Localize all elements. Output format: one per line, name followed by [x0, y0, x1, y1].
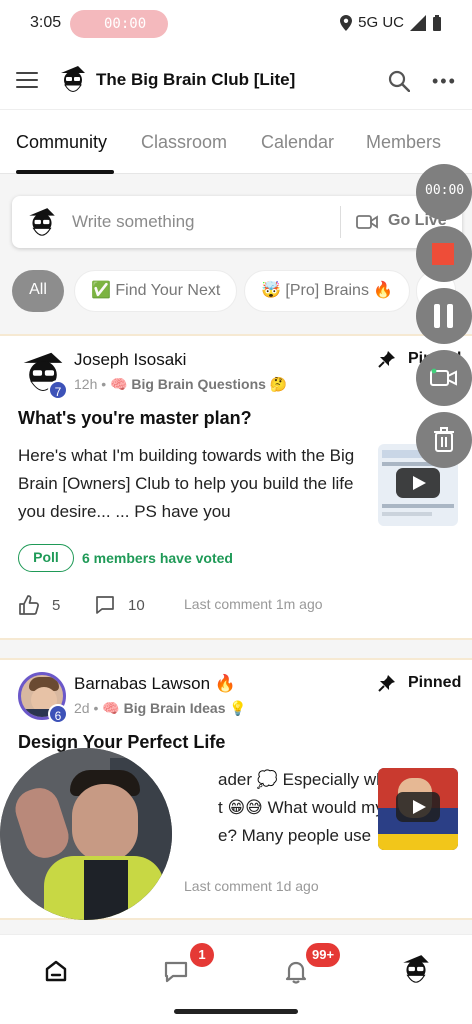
last-comment: Last comment 1m ago [184, 596, 323, 612]
video-camera-icon[interactable] [356, 214, 378, 230]
comment-button[interactable]: 10 [94, 594, 145, 616]
recorder-timer-text: 00:00 [425, 183, 465, 198]
author-name[interactable]: Joseph Isosaki [74, 350, 186, 370]
recorder-timer[interactable]: 00:00 [416, 164, 472, 220]
pinned-label: Pinned [408, 674, 462, 691]
location-icon [340, 14, 353, 31]
recorder-pause-button[interactable] [416, 288, 472, 344]
post-category[interactable]: 🧠 Big Brain Questions 🤔 [110, 376, 287, 392]
screen-recording-pill[interactable]: 00:00 [70, 10, 168, 38]
recorder-camera-button[interactable] [416, 350, 472, 406]
network-label: 5G UC [358, 14, 404, 31]
notifications-badge: 99+ [306, 943, 341, 967]
filter-pro-brains[interactable]: 🤯 [Pro] Brains 🔥 [244, 270, 411, 312]
play-icon[interactable] [396, 468, 440, 498]
post-body[interactable]: ader 💭 Especially when t 😁😅 What would m… [188, 766, 405, 850]
gesture-home-bar[interactable] [174, 1009, 298, 1014]
thumbs-up-icon [19, 595, 39, 615]
battery-icon [433, 14, 441, 31]
more-icon[interactable]: ••• [432, 72, 457, 90]
filter-all[interactable]: All [12, 270, 64, 312]
recording-timer: 00:00 [104, 16, 147, 32]
profile-avatar-icon[interactable] [400, 953, 432, 987]
chat-icon[interactable] [162, 957, 190, 985]
play-icon[interactable] [396, 792, 440, 822]
author-level-badge: 7 [48, 380, 68, 400]
poll-badge[interactable]: Poll [18, 544, 74, 572]
comment-count: 10 [128, 596, 145, 614]
signal-icon [410, 14, 426, 31]
app-bar: The Big Brain Club [Lite] ••• [0, 52, 472, 110]
post-time: 12h [74, 376, 98, 392]
tab-members[interactable]: Members [366, 132, 441, 153]
filter-find-your-next[interactable]: ✅ Find Your Next [74, 270, 238, 312]
composer-divider [340, 206, 341, 238]
poll-votes[interactable]: 6 members have voted [82, 550, 233, 566]
tab-classroom[interactable]: Classroom [141, 132, 227, 153]
pause-icon [434, 304, 440, 328]
like-count: 5 [52, 596, 61, 614]
chat-badge: 1 [190, 943, 214, 967]
pause-icon-bar [447, 304, 453, 328]
post-title[interactable]: What's you're master plan? [18, 408, 252, 429]
bell-icon[interactable] [282, 957, 310, 985]
post-composer[interactable]: Write something Go Live [12, 196, 462, 248]
status-icons: 5G UC [340, 14, 442, 31]
big-brain-logo [61, 66, 85, 92]
status-time: 3:05 [30, 14, 62, 31]
tab-calendar[interactable]: Calendar [261, 132, 334, 153]
author-level-badge: 6 [48, 704, 68, 724]
status-bar: 3:05 00:00 5G UC [0, 0, 472, 48]
post-body[interactable]: Here's what I'm building towards with th… [18, 442, 358, 526]
recorder-stop-button[interactable] [416, 226, 472, 282]
tab-community[interactable]: Community [16, 132, 107, 153]
like-button[interactable]: 5 [18, 594, 60, 616]
app-title: The Big Brain Club [Lite] [96, 70, 296, 89]
tab-bar: Community Classroom Calendar Members [0, 112, 472, 174]
post-body-line: t 😁😅 What would my [218, 798, 384, 817]
author-name[interactable]: Barnabas Lawson 🔥 [74, 674, 236, 694]
post-card[interactable]: 7 Joseph Isosaki 12h • 🧠 Big Brain Quest… [0, 334, 472, 640]
comment-icon [96, 596, 114, 614]
last-comment: Last comment 1d ago [184, 878, 319, 894]
pin-icon [378, 675, 395, 692]
pin-icon [378, 351, 395, 368]
post-category[interactable]: 🧠 Big Brain Ideas 💡 [102, 700, 247, 716]
bottom-navigation: 1 99+ [0, 934, 472, 1024]
home-icon[interactable] [42, 957, 70, 985]
camera-icon [430, 368, 457, 386]
user-avatar [29, 208, 55, 236]
recorder-delete-button[interactable] [416, 412, 472, 468]
write-something-input[interactable]: Write something [72, 212, 195, 232]
post-body-line: ader 💭 Especially when [218, 770, 405, 789]
webcam-bubble[interactable] [0, 748, 172, 920]
menu-icon[interactable] [16, 72, 38, 88]
search-icon[interactable] [388, 70, 410, 92]
post-body-line: e? Many people use [218, 826, 372, 845]
post-meta: 2d • 🧠 Big Brain Ideas 💡 [74, 700, 247, 716]
post-meta: 12h • 🧠 Big Brain Questions 🤔 [74, 376, 288, 392]
video-thumbnail[interactable] [378, 768, 458, 850]
post-time: 2d [74, 700, 90, 716]
stop-icon [432, 243, 454, 265]
trash-icon [434, 427, 454, 452]
